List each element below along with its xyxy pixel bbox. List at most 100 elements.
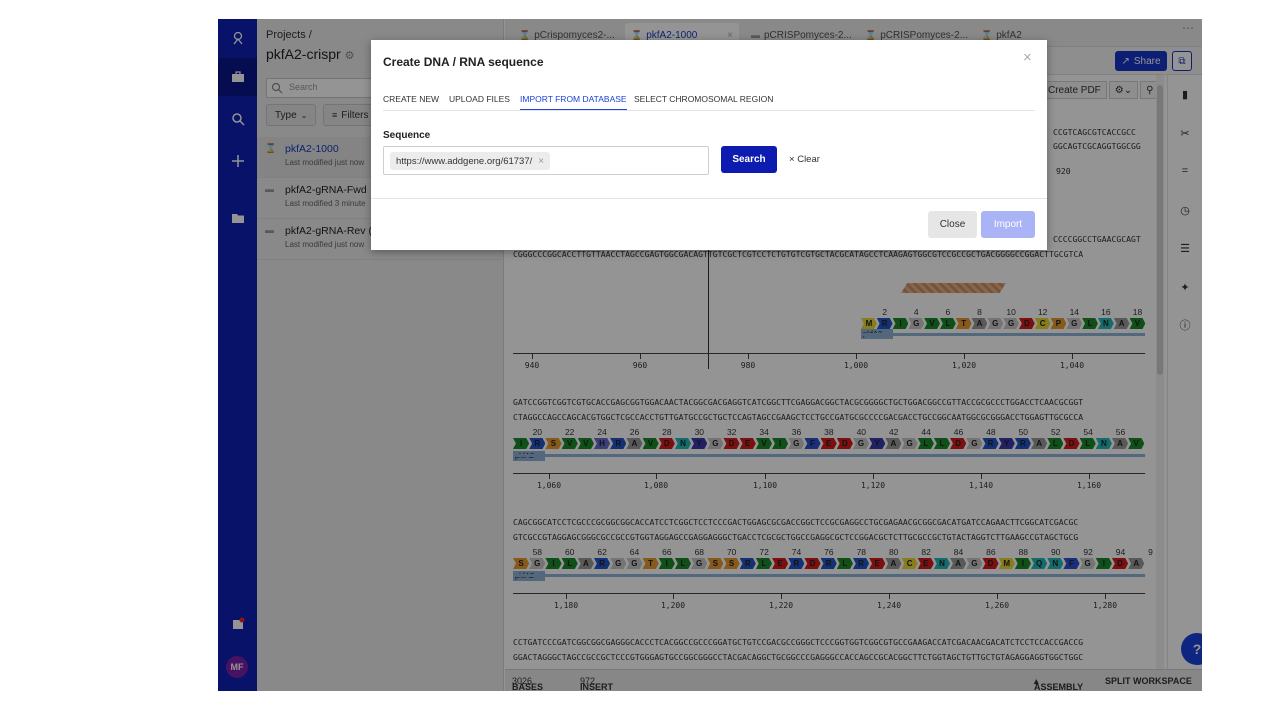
amino-acid[interactable]: D [836, 438, 853, 449]
amino-acid[interactable]: L [755, 558, 772, 569]
amino-acid[interactable]: I [1014, 558, 1031, 569]
amino-acid[interactable]: G [610, 558, 627, 569]
amino-acid[interactable]: V [561, 438, 578, 449]
primer-arrow[interactable] [901, 283, 1006, 293]
amino-acid[interactable]: D [1111, 558, 1129, 569]
amino-acid[interactable]: D [658, 438, 675, 449]
search-icon[interactable] [218, 100, 257, 138]
amino-acid[interactable]: V [755, 438, 772, 449]
amino-acid[interactable]: D [982, 558, 999, 569]
close-icon[interactable]: × [1023, 50, 1035, 65]
amino-acid[interactable]: L [561, 558, 578, 569]
amino-acid[interactable]: V [924, 318, 940, 329]
scissors-icon[interactable]: ✂ [1178, 126, 1192, 140]
amino-acid[interactable]: L [674, 558, 692, 569]
amino-acid[interactable]: A [885, 438, 902, 449]
compass-icon[interactable]: ✦ [1178, 280, 1192, 294]
amino-acid[interactable]: E [869, 558, 886, 569]
feature-bar[interactable] [513, 454, 1145, 457]
amino-acid[interactable]: L [1047, 438, 1064, 449]
amino-acid[interactable]: A [950, 558, 967, 569]
amino-acid[interactable]: S [513, 558, 530, 569]
amino-acid[interactable]: R [1014, 438, 1031, 449]
plus-icon[interactable] [218, 142, 257, 180]
amino-acid[interactable]: I [772, 438, 789, 449]
amino-acid[interactable]: R [852, 558, 870, 569]
amino-acid[interactable]: S [723, 558, 740, 569]
amino-acid[interactable]: A [971, 318, 988, 329]
assembly-button[interactable]: ASSEMBLY ▴ [1034, 676, 1083, 691]
amino-acid[interactable]: G [901, 438, 918, 449]
close-icon[interactable]: × [727, 30, 733, 41]
amino-acid[interactable]: M [998, 558, 1015, 569]
amino-acid[interactable]: I [892, 318, 909, 329]
amino-acid[interactable]: G [1066, 318, 1083, 329]
amino-acid[interactable]: D [1018, 318, 1035, 329]
amino-acid[interactable]: G [691, 558, 708, 569]
amino-acid[interactable]: A [1031, 438, 1048, 449]
folder-icon[interactable] [218, 199, 257, 237]
amino-acid[interactable]: S [707, 558, 724, 569]
amino-acid[interactable]: R [982, 438, 999, 449]
amino-acid[interactable]: D [1063, 438, 1080, 449]
amino-acid[interactable]: L [836, 558, 853, 569]
aa-translation-row[interactable]: SGILARGGTILGSSRLERDRLREACENAGDMIQNFGIDA [513, 558, 1145, 569]
amino-acid[interactable]: R [593, 558, 611, 569]
amino-acid[interactable]: N [674, 438, 692, 449]
amino-acid[interactable]: E [917, 558, 934, 569]
gear-icon[interactable]: ⚙ [345, 50, 355, 62]
amino-acid[interactable]: G [987, 318, 1004, 329]
amino-acid[interactable]: G [908, 318, 925, 329]
split-workspace-button[interactable]: SPLIT WORKSPACE [1105, 676, 1192, 686]
amino-acid[interactable]: D [804, 558, 821, 569]
amino-acid[interactable]: E [739, 438, 756, 449]
amino-acid[interactable]: L [933, 438, 951, 449]
amino-acid[interactable]: Y [998, 438, 1015, 449]
amino-acid[interactable]: C [1034, 318, 1051, 329]
amino-acid[interactable]: V [577, 438, 594, 449]
amino-acid[interactable]: V [642, 438, 659, 449]
feature-bar[interactable] [513, 574, 1145, 577]
amino-acid[interactable]: D [950, 438, 967, 449]
amino-acid[interactable]: R [610, 438, 627, 449]
amino-acid[interactable]: R [820, 558, 837, 569]
filters-button[interactable]: ≡ Filters [323, 104, 378, 126]
amino-acid[interactable]: T [955, 318, 972, 329]
amino-acid[interactable]: L [1079, 438, 1096, 449]
amino-acid[interactable]: G [707, 438, 724, 449]
remove-chip-icon[interactable]: × [538, 156, 544, 167]
project-search-input[interactable]: Search [266, 78, 376, 98]
amino-acid[interactable]: G [1003, 318, 1019, 329]
scrollbar[interactable] [1156, 75, 1164, 675]
amino-acid[interactable]: I [1095, 558, 1112, 569]
share-button[interactable]: ↗ Share [1115, 51, 1167, 71]
amino-acid[interactable]: G [966, 438, 983, 449]
avatar[interactable]: MF [226, 656, 248, 678]
tasks-icon[interactable] [218, 605, 257, 643]
amino-acid[interactable]: L [1082, 318, 1098, 329]
type-filter-button[interactable]: Type ⌄ [266, 104, 317, 126]
amino-acid[interactable]: V [1128, 438, 1145, 449]
amino-acid[interactable]: V [1129, 318, 1146, 329]
amino-acid[interactable]: Y [691, 438, 708, 449]
amino-acid[interactable]: A [1111, 438, 1129, 449]
amino-acid[interactable]: I [513, 438, 530, 449]
amino-acid[interactable]: R [739, 558, 756, 569]
amino-acid[interactable]: G [788, 438, 805, 449]
amino-acid[interactable]: G [1079, 558, 1096, 569]
amino-acid[interactable]: Y [869, 438, 886, 449]
briefcase-icon[interactable] [218, 58, 257, 96]
import-button[interactable]: Import [981, 211, 1035, 238]
amino-acid[interactable]: A [885, 558, 902, 569]
amino-acid[interactable]: G [529, 558, 546, 569]
amino-acid[interactable]: N [1097, 318, 1114, 329]
more-icon[interactable]: ⋯ [1182, 21, 1194, 35]
amino-acid[interactable]: L [939, 318, 956, 329]
amino-acid[interactable]: F [1063, 558, 1080, 569]
info-icon[interactable]: ⓘ [1178, 318, 1192, 332]
amino-acid[interactable]: N [1095, 438, 1112, 449]
aa-translation-row[interactable]: MRIGVLTAGGDCPGLNAV [861, 318, 1146, 329]
amino-acid[interactable]: R [529, 438, 546, 449]
amino-acid[interactable]: F [804, 438, 821, 449]
amino-acid[interactable]: A [1113, 318, 1130, 329]
